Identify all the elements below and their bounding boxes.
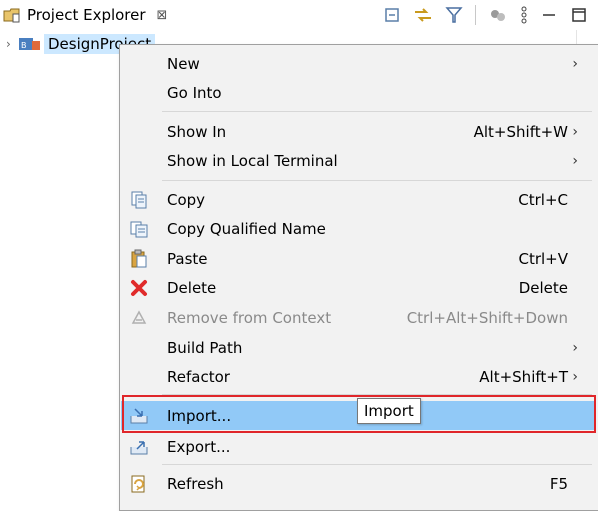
- menu-item-new[interactable]: New ›: [121, 49, 596, 78]
- link-with-editor-icon[interactable]: [413, 6, 433, 24]
- project-icon: B: [19, 38, 40, 50]
- submenu-arrow-icon: ›: [572, 339, 578, 356]
- tooltip: Import: [357, 398, 421, 424]
- menu-separator: [162, 464, 592, 465]
- menu-item-label: Go Into: [167, 83, 222, 102]
- tab-project-explorer[interactable]: Project Explorer ⊠: [2, 3, 167, 27]
- menu-item-label: New: [167, 54, 200, 73]
- project-explorer-icon: [3, 8, 20, 23]
- menu-item-refactor[interactable]: Refactor Alt+Shift+T ›: [121, 362, 596, 391]
- menu-item-label: Copy: [167, 190, 206, 209]
- project-explorer-header: Project Explorer ⊠: [0, 0, 598, 30]
- menu-item-label: Show In: [167, 122, 227, 141]
- copy-icon: [131, 191, 147, 209]
- menu-item-shortcut: Alt+Shift+W: [473, 122, 568, 141]
- menu-item-copy-qualified-name[interactable]: Copy Qualified Name: [121, 214, 596, 243]
- menu-item-shortcut: Delete: [518, 278, 568, 297]
- menu-item-label: Paste: [167, 249, 208, 268]
- minimize-icon[interactable]: [540, 6, 558, 24]
- submenu-arrow-icon: ›: [572, 55, 578, 72]
- menu-item-label: Export...: [167, 437, 231, 456]
- menu-item-label: Build Path: [167, 338, 243, 357]
- remove-from-context-icon: [131, 310, 147, 324]
- tab-title: Project Explorer: [27, 6, 146, 24]
- menu-item-paste[interactable]: Paste Ctrl+V: [121, 244, 596, 273]
- focus-task-icon[interactable]: [488, 6, 508, 24]
- menu-item-shortcut: Ctrl+C: [518, 190, 568, 209]
- menu-item-show-in-local-terminal[interactable]: Show in Local Terminal ›: [121, 146, 596, 175]
- view-menu-icon[interactable]: [520, 6, 528, 24]
- context-menu: New › Go Into Show In Alt+Shift+W › Show…: [119, 44, 598, 511]
- refresh-icon: [131, 475, 145, 493]
- menu-item-export[interactable]: Export...: [121, 432, 596, 461]
- view-toolbar: [383, 4, 588, 26]
- menu-item-label: Copy Qualified Name: [167, 219, 326, 238]
- menu-item-copy[interactable]: Copy Ctrl+C: [121, 185, 596, 214]
- export-icon: [130, 441, 148, 455]
- copy-qualified-name-icon: [130, 221, 148, 238]
- menu-item-label: Show in Local Terminal: [167, 151, 338, 170]
- menu-item-label: Refactor: [167, 367, 230, 386]
- svg-text:B: B: [21, 41, 27, 50]
- menu-separator: [162, 111, 592, 112]
- menu-item-shortcut: F5: [549, 474, 568, 493]
- menu-item-delete[interactable]: Delete Delete: [121, 273, 596, 302]
- menu-item-label: Remove from Context: [167, 308, 332, 327]
- menu-item-build-path[interactable]: Build Path ›: [121, 333, 596, 362]
- submenu-arrow-icon: ›: [572, 368, 578, 385]
- menu-item-shortcut: Alt+Shift+T: [479, 367, 568, 386]
- menu-item-refresh[interactable]: Refresh F5: [121, 469, 596, 498]
- chevron-right-icon[interactable]: ›: [6, 37, 18, 51]
- menu-item-remove-from-context: Remove from Context Ctrl+Alt+Shift+Down: [121, 303, 596, 332]
- filter-icon[interactable]: [445, 6, 463, 24]
- submenu-arrow-icon: ›: [572, 152, 578, 169]
- menu-item-label: Refresh: [167, 474, 224, 493]
- menu-separator: [162, 180, 592, 181]
- close-icon[interactable]: ⊠: [157, 8, 168, 23]
- toolbar-separator: [475, 5, 476, 25]
- paste-icon: [131, 249, 147, 268]
- menu-item-shortcut: Ctrl+V: [518, 249, 568, 268]
- collapse-all-icon[interactable]: [383, 6, 401, 24]
- menu-item-go-into[interactable]: Go Into: [121, 78, 596, 107]
- maximize-icon[interactable]: [570, 6, 588, 24]
- delete-icon: [131, 280, 147, 296]
- submenu-arrow-icon: ›: [572, 123, 578, 140]
- menu-item-show-in[interactable]: Show In Alt+Shift+W ›: [121, 117, 596, 146]
- menu-item-label: Delete: [167, 278, 217, 297]
- menu-item-shortcut: Ctrl+Alt+Shift+Down: [406, 308, 568, 327]
